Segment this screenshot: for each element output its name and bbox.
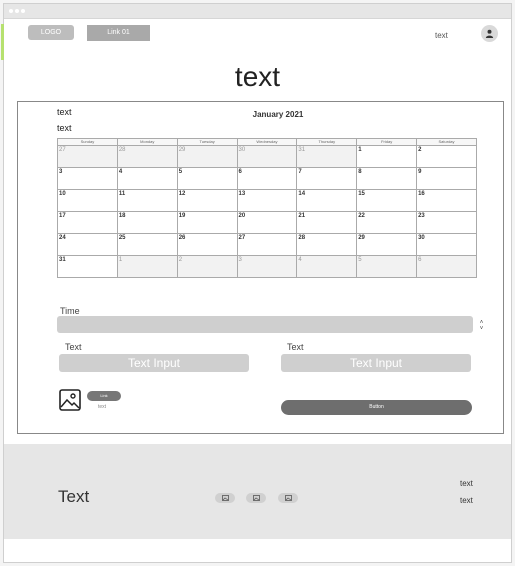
calendar-day-cell[interactable]: 28 [296, 233, 358, 256]
calendar-day-cell[interactable]: 17 [57, 211, 118, 234]
calendar-week-row: 27 28 29 30 31 1 2 [57, 145, 477, 168]
calendar-day-cell[interactable]: 24 [57, 233, 118, 256]
time-label: Time [60, 306, 80, 316]
calendar-day-cell[interactable]: 20 [236, 211, 298, 234]
calendar-day-cell[interactable]: 2 [176, 255, 238, 278]
calendar-day-cell[interactable]: 22 [356, 211, 418, 234]
footer-text[interactable]: text [460, 496, 473, 505]
window-titlebar [4, 4, 511, 19]
calendar-day-cell[interactable]: 14 [296, 189, 358, 212]
image-icon [59, 389, 81, 411]
content-panel: text text January 2021 Sunday Monday Tuesd… [17, 101, 504, 434]
calendar-day-cell[interactable]: 31 [57, 255, 118, 278]
time-select[interactable] [57, 316, 473, 333]
calendar-side-text: text [57, 123, 72, 133]
calendar-month-label: January 2021 [252, 110, 304, 119]
calendar-day-cell[interactable]: 4 [116, 167, 178, 190]
social-link-3[interactable] [278, 493, 298, 503]
calendar-weekday: Sunday [57, 138, 118, 146]
calendar-day-cell[interactable]: 4 [296, 255, 358, 278]
calendar-grid: Sunday Monday Tuesday Wednesday Thursday Frid… [57, 138, 477, 278]
calendar-day-cell[interactable]: 12 [176, 189, 238, 212]
footer: Text text text [4, 444, 511, 539]
calendar-day-cell[interactable]: 28 [116, 145, 178, 168]
calendar-week-row: 24 25 26 27 28 29 30 [57, 233, 477, 256]
calendar-week-row: 17 18 19 20 21 22 23 [57, 211, 477, 234]
calendar-weekday: Thursday [296, 138, 358, 146]
page-title: text [234, 61, 281, 92]
window-dot-icon [15, 9, 19, 13]
calendar-week-row: 3456789 [57, 167, 477, 190]
calendar-day-cell[interactable]: 1 [116, 255, 178, 278]
footer-title: Text [58, 487, 90, 506]
calendar-day-cell[interactable]: 29 [176, 145, 238, 168]
calendar-day-cell[interactable]: 1 [356, 145, 418, 168]
pill-caption: text [98, 404, 107, 410]
user-icon [485, 29, 494, 38]
calendar-week-row: 31 1 2 3 4 5 6 [57, 255, 477, 278]
calendar-weekday: Monday [116, 138, 178, 146]
calendar-day-cell[interactable]: 6 [416, 255, 477, 278]
calendar-day-cell[interactable]: 10 [57, 189, 118, 212]
calendar-day-cell[interactable]: 5 [356, 255, 418, 278]
calendar-day-cell[interactable]: 2 [416, 145, 477, 168]
calendar-day-cell[interactable]: 27 [57, 145, 118, 168]
calendar-day-cell[interactable]: 18 [116, 211, 178, 234]
calendar-day-cell[interactable]: 9 [416, 167, 477, 190]
calendar-day-cell[interactable]: 3 [236, 255, 298, 278]
right-text-input[interactable]: Text Input [281, 354, 471, 372]
browser-window: LOGO Link 01 text text text text January… [1, 3, 512, 563]
calendar-weekday-row: Sunday Monday Tuesday Wednesday Thursday Frid… [57, 138, 477, 146]
calendar-day-cell[interactable]: 11 [116, 189, 178, 212]
user-avatar[interactable] [481, 25, 498, 42]
calendar-week-row: 10 11 12 13 14 15 16 [57, 189, 477, 212]
logo-button[interactable]: LOGO [28, 25, 74, 40]
nav-link-01[interactable]: Link 01 [87, 25, 150, 41]
calendar-day-cell[interactable]: 27 [236, 233, 298, 256]
calendar-day-cell[interactable]: 3 [57, 167, 118, 190]
calendar-day-cell[interactable]: 29 [356, 233, 418, 256]
calendar-day-cell[interactable]: 30 [416, 233, 477, 256]
social-link-2[interactable] [246, 493, 266, 503]
calendar-day-cell[interactable]: 7 [296, 167, 358, 190]
submit-button[interactable]: Button [281, 400, 472, 415]
calendar-day-cell[interactable]: 31 [296, 145, 358, 168]
window-dot-icon [9, 9, 13, 13]
calendar-day-cell[interactable]: 5 [176, 167, 238, 190]
social-link-1[interactable] [215, 493, 235, 503]
calendar-side-text: text [57, 107, 72, 117]
nav-text[interactable]: text [435, 31, 448, 40]
calendar-day-cell[interactable]: 8 [356, 167, 418, 190]
calendar-day-cell[interactable]: 13 [236, 189, 298, 212]
side-marker [1, 24, 4, 60]
left-input-label: Text [65, 342, 82, 352]
calendar-day-cell[interactable]: 21 [296, 211, 358, 234]
calendar-day-cell[interactable]: 6 [236, 167, 298, 190]
image-icon [252, 495, 260, 501]
calendar-weekday: Saturday [416, 138, 477, 146]
calendar-day-cell[interactable]: 19 [176, 211, 238, 234]
calendar-day-cell[interactable]: 30 [236, 145, 298, 168]
select-updown-icon: ˄ ˅ [479, 320, 484, 332]
image-icon [221, 495, 229, 501]
calendar-weekday: Tuesday [176, 138, 238, 146]
calendar-weekday: Wednesday [236, 138, 298, 146]
calendar-day-cell[interactable]: 26 [176, 233, 238, 256]
calendar-weekday: Friday [356, 138, 418, 146]
link-pill-button[interactable]: Link [87, 391, 121, 401]
calendar-day-cell[interactable]: 23 [416, 211, 477, 234]
left-text-input[interactable]: Text Input [59, 354, 249, 372]
window-dot-icon [21, 9, 25, 13]
footer-text[interactable]: text [460, 479, 473, 488]
right-input-label: Text [287, 342, 304, 352]
calendar-day-cell[interactable]: 16 [416, 189, 477, 212]
calendar-day-cell[interactable]: 25 [116, 233, 178, 256]
calendar-day-cell[interactable]: 15 [356, 189, 418, 212]
image-icon [284, 495, 292, 501]
